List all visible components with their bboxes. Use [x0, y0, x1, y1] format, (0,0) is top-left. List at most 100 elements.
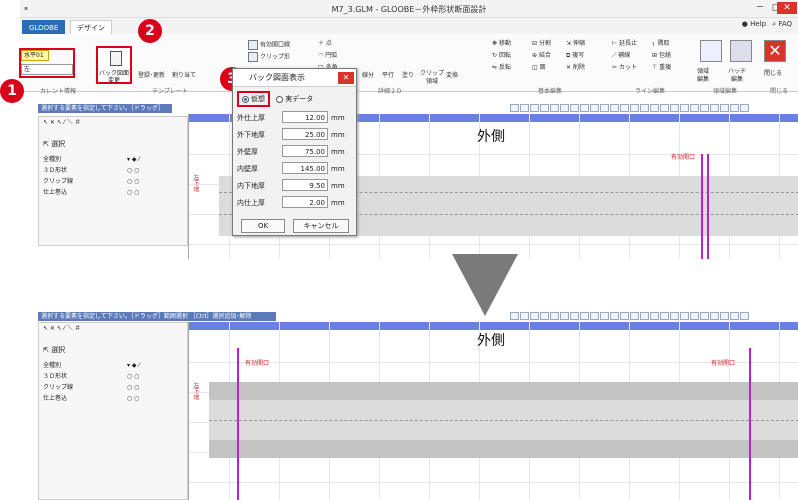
view-tool-icon[interactable]	[590, 312, 599, 320]
close-edit-button[interactable]: 閉じる	[764, 70, 782, 78]
cut-button[interactable]: ✂ カット	[612, 64, 637, 72]
view-tool-icon[interactable]	[620, 312, 629, 320]
view-tool-icon[interactable]	[580, 104, 589, 112]
hatch-edit-icon[interactable]	[730, 40, 752, 62]
convert-button[interactable]: 変換	[446, 72, 458, 80]
arc-button[interactable]: ◠ 円弧	[318, 52, 337, 60]
minimize-button[interactable]: －	[752, 2, 768, 14]
view-tool-icon[interactable]	[520, 312, 529, 320]
list-item[interactable]: ３Ｄ形状 ○ ○	[39, 165, 187, 176]
rotate-button[interactable]: ↻ 回転	[492, 52, 511, 60]
filter-select[interactable]: 全種別 ▾ ◆ ⁄	[39, 360, 187, 371]
view-tool-icon[interactable]	[530, 312, 539, 320]
radio-virtual[interactable]: 仮想	[237, 91, 270, 107]
cancel-button[interactable]: キャンセル	[293, 219, 349, 233]
view-tool-icon[interactable]	[700, 312, 709, 320]
point-button[interactable]: ＋ 点	[318, 40, 332, 48]
invert-button[interactable]: ⇋ 反転	[492, 64, 511, 72]
view-tool-icon[interactable]	[570, 312, 579, 320]
split-button[interactable]: ⊟ 分割	[532, 40, 551, 48]
select-header[interactable]: ⇱ 選択	[39, 345, 187, 356]
parallel-button[interactable]: 平行	[382, 72, 394, 80]
extend-button[interactable]: ⊢ 延長止	[612, 40, 637, 48]
segment-button[interactable]: 線分	[362, 72, 374, 80]
hatch-edit-button[interactable]: ハッチ 編集	[728, 68, 746, 84]
view-tool-icon[interactable]	[670, 312, 679, 320]
view-tool-icon[interactable]	[610, 312, 619, 320]
view-tool-icon[interactable]	[560, 312, 569, 320]
input-outer-finish[interactable]: 12.00	[282, 111, 328, 123]
view-tool-icon[interactable]	[730, 104, 739, 112]
merge-button[interactable]: ⊕ 結合	[532, 52, 551, 60]
view-tool-icon[interactable]	[740, 104, 749, 112]
view-tool-icon[interactable]	[660, 104, 669, 112]
view-tool-icon[interactable]	[580, 312, 589, 320]
view-tool-icon[interactable]	[640, 104, 649, 112]
register-update-button[interactable]: 登録･更新	[138, 72, 165, 80]
clip-area-button[interactable]: クリップ 領域	[420, 70, 444, 86]
view-tool-icon[interactable]	[720, 104, 729, 112]
delete-button[interactable]: ✕ 削除	[566, 64, 585, 72]
view-tool-icon[interactable]	[520, 104, 529, 112]
view-tool-icon[interactable]	[680, 312, 689, 320]
view-tool-icon[interactable]	[550, 312, 559, 320]
filter-select[interactable]: 全種別 ▾ ◆ ⁄	[39, 154, 187, 165]
view-tool-icon[interactable]	[700, 104, 709, 112]
face-button[interactable]: ◫ 面	[532, 64, 546, 72]
assign-button[interactable]: 割り当て	[172, 72, 196, 80]
select-header[interactable]: ⇱ 選択	[39, 139, 187, 150]
view-tool-icon[interactable]	[600, 312, 609, 320]
input-outer-base[interactable]: 25.00	[282, 128, 328, 140]
wrap-button[interactable]: ⊞ 包絡	[652, 52, 671, 60]
view-tool-icon[interactable]	[610, 104, 619, 112]
view-tool-icon[interactable]	[620, 104, 629, 112]
view-tool-icon[interactable]	[630, 312, 639, 320]
faq-link[interactable]: ⌕ FAQ	[772, 20, 792, 28]
dialog-close-button[interactable]: ✕	[338, 72, 354, 84]
view-tool-icon[interactable]	[650, 312, 659, 320]
stretch-button[interactable]: ⇲ 伸縮	[566, 40, 585, 48]
overlap-button[interactable]: ⊤ 重複	[652, 64, 671, 72]
view-tool-icon[interactable]	[670, 104, 679, 112]
move-button[interactable]: ✥ 移動	[492, 40, 511, 48]
view-tool-icon[interactable]	[710, 104, 719, 112]
tab-gloobe[interactable]: GLOOBE	[22, 20, 66, 34]
view-tool-icon[interactable]	[510, 104, 519, 112]
view-tool-icon[interactable]	[600, 104, 609, 112]
area-edit-icon[interactable]	[700, 40, 722, 62]
view-tool-icon[interactable]	[710, 312, 719, 320]
list-item[interactable]: 仕上巻込 ○ ○	[39, 393, 187, 404]
view-tool-icon[interactable]	[540, 312, 549, 320]
tab-design[interactable]: デザイン	[70, 20, 112, 34]
copy-button[interactable]: ⧉ 複写	[566, 52, 584, 60]
corner-button[interactable]: ┐ 隅取	[652, 40, 670, 48]
close-edit-icon[interactable]: ✕	[764, 40, 786, 62]
view-tool-icon[interactable]	[550, 104, 559, 112]
clip-shape-button[interactable]: クリップ形	[248, 52, 290, 62]
view-tool-icon[interactable]	[730, 312, 739, 320]
ok-button[interactable]: OK	[241, 219, 285, 233]
view-tool-icon[interactable]	[690, 104, 699, 112]
list-item[interactable]: ３Ｄ形状 ○ ○	[39, 371, 187, 382]
help-link[interactable]: ● Help	[742, 20, 766, 28]
view-tool-icon[interactable]	[720, 312, 729, 320]
view-tool-icon[interactable]	[650, 104, 659, 112]
view-tool-icon[interactable]	[640, 312, 649, 320]
input-inner-base[interactable]: 9.50	[282, 179, 328, 191]
view-tool-icon[interactable]	[740, 312, 749, 320]
trim-button[interactable]: ⟋ 補線	[612, 52, 630, 60]
view-tool-icon[interactable]	[570, 104, 579, 112]
view-tool-icon[interactable]	[510, 312, 519, 320]
area-edit-button[interactable]: 領域 編集	[697, 68, 709, 84]
view-tool-icon[interactable]	[590, 104, 599, 112]
aperture-line-button[interactable]: 有効開口線	[248, 40, 290, 50]
input-inner-wall[interactable]: 145.00	[282, 162, 328, 174]
view-tool-icon[interactable]	[530, 104, 539, 112]
list-item[interactable]: 仕上巻込 ○ ○	[39, 187, 187, 198]
view-tool-icon[interactable]	[680, 104, 689, 112]
view-tool-icon[interactable]	[560, 104, 569, 112]
fill-button[interactable]: 塗り	[402, 72, 414, 80]
input-inner-finish[interactable]: 2.00	[282, 196, 328, 208]
view-tool-icon[interactable]	[660, 312, 669, 320]
list-item[interactable]: クリップ線 ○ ○	[39, 176, 187, 187]
